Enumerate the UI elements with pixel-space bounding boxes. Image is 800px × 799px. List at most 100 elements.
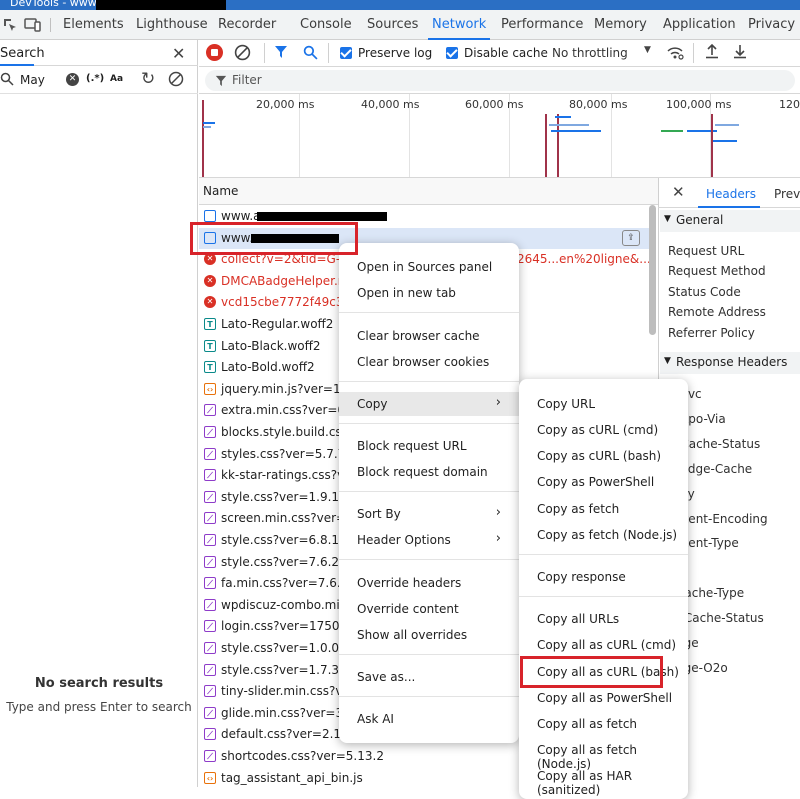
menu-item-open-in-sources[interactable]: Open in Sources panel [339,255,519,279]
menu-item-label: Block request domain [357,465,488,479]
clear-search-icon[interactable]: ✕ [66,73,79,86]
disable-cache-checkbox[interactable] [446,47,458,59]
tab-network[interactable]: Network [427,10,491,40]
response-headers-section-header[interactable]: ▼ Response Headers [660,352,800,374]
menu-item-sort-by[interactable]: Sort By › [339,502,519,526]
request-name: jquery.min.js?ver=1.7 [221,381,353,396]
menu-item-copy-all-fetch-node[interactable]: Copy all as fetch (Node.js) [519,738,688,771]
request-name: kk-star-ratings.css?ver [221,468,357,483]
menu-separator [339,654,519,655]
filter-funnel-icon[interactable] [274,45,288,62]
request-name: login.css?ver=175006 [221,619,355,634]
response-headers-title: Response Headers [676,355,788,369]
menu-item-label: Copy as fetch (Node.js) [537,528,678,542]
match-case-toggle[interactable]: Aa [110,74,123,84]
timeline-tick: 20,000 ms [256,98,315,111]
tab-lighthouse[interactable]: Lighthouse [136,10,208,40]
header-key: Request URL [668,244,745,258]
inspect-element-icon[interactable] [2,17,18,33]
clear-network-log-icon[interactable] [234,44,251,64]
chevron-down-icon[interactable]: ▼ [644,45,651,55]
regex-toggle[interactable]: (.*) [86,73,104,84]
name-column-header: Name [203,184,239,198]
menu-item-open-in-new-tab[interactable]: Open in new tab [339,281,519,305]
request-name: glide.min.css?ver=3.7 [221,705,355,720]
devtools-tab-bar: Elements Lighthouse Recorder Console Sou… [0,10,800,62]
throttling-select[interactable]: No throttling [552,46,628,60]
device-toolbar-icon[interactable] [24,17,41,33]
menu-item-copy-curl-cmd[interactable]: Copy as cURL (cmd) [519,418,688,442]
menu-item-label: Save as... [357,670,416,684]
menu-item-copy-all-curl-cmd[interactable]: Copy all as cURL (cmd) [519,633,688,657]
row-action-icon[interactable]: ⇪ [622,230,640,246]
menu-item-copy-fetch[interactable]: Copy as fetch [519,497,688,521]
tab-memory[interactable]: Memory [594,10,647,40]
search-input[interactable]: May [20,73,45,87]
tab-performance[interactable]: Performance [501,10,583,40]
menu-item-copy-url[interactable]: Copy URL [519,392,688,416]
menu-item-copy-all-powershell[interactable]: Copy all as PowerShell [519,686,688,710]
menu-item-copy-curl-bash[interactable]: Copy as cURL (bash) [519,444,688,468]
general-section-header[interactable]: ▼ General [660,210,800,232]
menu-item-label: Header Options [357,533,451,547]
search-query-row: May ✕ (.*) Aa ↻ [0,66,198,94]
clear-results-icon[interactable] [168,71,184,90]
tab-sources[interactable]: Sources [367,10,418,40]
tab-elements[interactable]: Elements [63,10,124,40]
timeline-tick: 40,000 ms [361,98,420,111]
header-key: Referrer Policy [668,326,755,340]
request-name: Lato-Bold.woff2 [221,360,315,375]
menu-item-ask-ai[interactable]: Ask AI [339,707,519,731]
timeline-marker [545,114,547,177]
menu-item-clear-cache[interactable]: Clear browser cache [339,324,519,348]
menu-item-save-as[interactable]: Save as... [339,665,519,689]
search-network-icon[interactable] [303,45,318,63]
menu-item-show-overrides[interactable]: Show all overrides [339,623,519,647]
request-name: wpdiscuz-combo.min [221,597,348,612]
tab-console[interactable]: Console [300,10,352,40]
menu-item-override-headers[interactable]: Override headers [339,571,519,595]
request-name: style.css?ver=1.7.38 [221,662,347,677]
tab-headers[interactable]: Headers [706,187,756,201]
import-har-icon[interactable] [705,43,719,62]
menu-item-block-url[interactable]: Block request URL [339,434,519,458]
tab-recorder[interactable]: Recorder [218,10,276,40]
menu-item-copy[interactable]: Copy › [339,392,519,416]
request-name: www.a [221,209,261,223]
menu-item-copy-fetch-node[interactable]: Copy as fetch (Node.js) [519,523,688,547]
menu-item-copy-powershell[interactable]: Copy as PowerShell [519,470,688,494]
tab-privacy[interactable]: Privacy ar [748,10,800,62]
doc-file-icon [204,210,216,222]
export-har-icon[interactable] [733,43,747,62]
css-file-icon: ⟋ [204,404,216,417]
menu-item-copy-response[interactable]: Copy response [519,565,688,589]
menu-item-header-options[interactable]: Header Options › [339,528,519,552]
close-icon[interactable]: ✕ [172,44,185,63]
menu-separator [339,696,519,697]
refresh-icon[interactable]: ↻ [141,69,155,89]
network-conditions-icon[interactable] [666,45,684,64]
network-overview-timeline[interactable]: 20,000 ms 40,000 ms 60,000 ms 80,000 ms … [199,94,800,178]
request-name: style.css?ver=1.0.0 [221,641,340,655]
filter-input[interactable]: Filter [205,70,795,91]
tab-application[interactable]: Application [663,10,736,40]
font-file-icon: T [204,318,216,330]
menu-item-copy-all-har[interactable]: Copy all as HAR (sanitized) [519,764,688,797]
css-file-icon: ⟋ [204,663,216,676]
menu-item-block-domain[interactable]: Block request domain [339,460,519,484]
close-icon[interactable]: ✕ [672,183,685,201]
request-list-header[interactable]: Name [199,178,658,205]
caret-down-icon: ▼ [664,356,671,366]
menu-item-copy-all-urls[interactable]: Copy all URLs [519,607,688,631]
menu-item-label: Copy response [537,570,626,584]
tab-preview[interactable]: Previ [774,187,800,201]
list-scrollbar[interactable] [649,205,656,335]
menu-item-copy-all-fetch[interactable]: Copy all as fetch [519,712,688,736]
search-panel-tab[interactable]: Search [0,46,45,61]
menu-item-clear-cookies[interactable]: Clear browser cookies [339,350,519,374]
preserve-log-checkbox[interactable] [340,47,352,59]
menu-item-override-content[interactable]: Override content [339,597,519,621]
stop-recording-icon[interactable] [206,44,223,61]
font-file-icon: T [204,361,216,374]
menu-item-label: Copy URL [537,397,596,411]
